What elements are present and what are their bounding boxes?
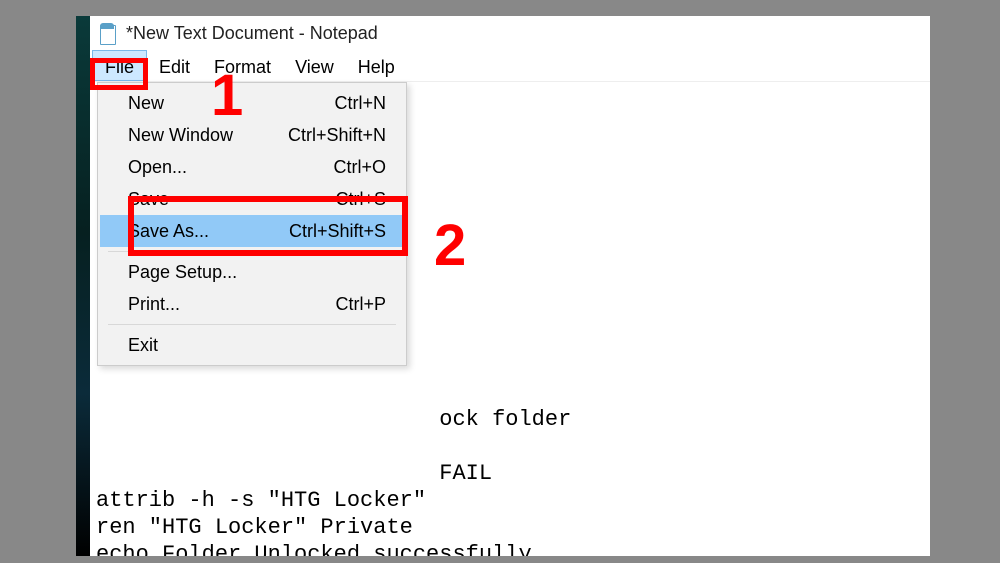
editor-visible-text: ock folder FAIL attrib -h -s "HTG Locker…: [96, 406, 930, 556]
menu-view[interactable]: View: [283, 50, 346, 81]
menu-item-label: Open...: [128, 157, 187, 178]
menu-file[interactable]: File: [92, 50, 147, 81]
menu-help[interactable]: Help: [346, 50, 407, 81]
menu-edit[interactable]: Edit: [147, 50, 202, 81]
menu-item-shortcut: Ctrl+P: [335, 294, 386, 315]
menubar: File Edit Format View Help: [90, 50, 930, 82]
menu-item-label: New: [128, 93, 164, 114]
menu-item-new[interactable]: New Ctrl+N: [100, 87, 404, 119]
menu-item-save-as[interactable]: Save As... Ctrl+Shift+S: [100, 215, 404, 247]
menu-item-new-window[interactable]: New Window Ctrl+Shift+N: [100, 119, 404, 151]
menu-item-print[interactable]: Print... Ctrl+P: [100, 288, 404, 320]
menu-item-label: Save: [128, 189, 169, 210]
menu-format[interactable]: Format: [202, 50, 283, 81]
menu-item-label: Exit: [128, 335, 158, 356]
desktop-background-strip: [76, 16, 90, 556]
menu-item-shortcut: Ctrl+Shift+S: [289, 221, 386, 242]
menu-item-label: Save As...: [128, 221, 209, 242]
menu-item-save[interactable]: Save Ctrl+S: [100, 183, 404, 215]
menu-separator: [108, 324, 396, 325]
titlebar[interactable]: *New Text Document - Notepad: [90, 16, 930, 50]
menu-item-label: New Window: [128, 125, 233, 146]
window-title: *New Text Document - Notepad: [126, 23, 378, 44]
notepad-icon: [98, 21, 118, 45]
menu-item-label: Print...: [128, 294, 180, 315]
menu-item-shortcut: Ctrl+Shift+N: [288, 125, 386, 146]
menu-item-label: Page Setup...: [128, 262, 237, 283]
menu-item-exit[interactable]: Exit: [100, 329, 404, 361]
menu-item-shortcut: Ctrl+N: [334, 93, 386, 114]
notepad-window: *New Text Document - Notepad File Edit F…: [90, 16, 930, 556]
menu-item-shortcut: Ctrl+O: [333, 157, 386, 178]
file-dropdown-menu: New Ctrl+N New Window Ctrl+Shift+N Open.…: [97, 82, 407, 366]
menu-separator: [108, 251, 396, 252]
menu-item-page-setup[interactable]: Page Setup...: [100, 256, 404, 288]
menu-item-shortcut: Ctrl+S: [335, 189, 386, 210]
menu-item-open[interactable]: Open... Ctrl+O: [100, 151, 404, 183]
